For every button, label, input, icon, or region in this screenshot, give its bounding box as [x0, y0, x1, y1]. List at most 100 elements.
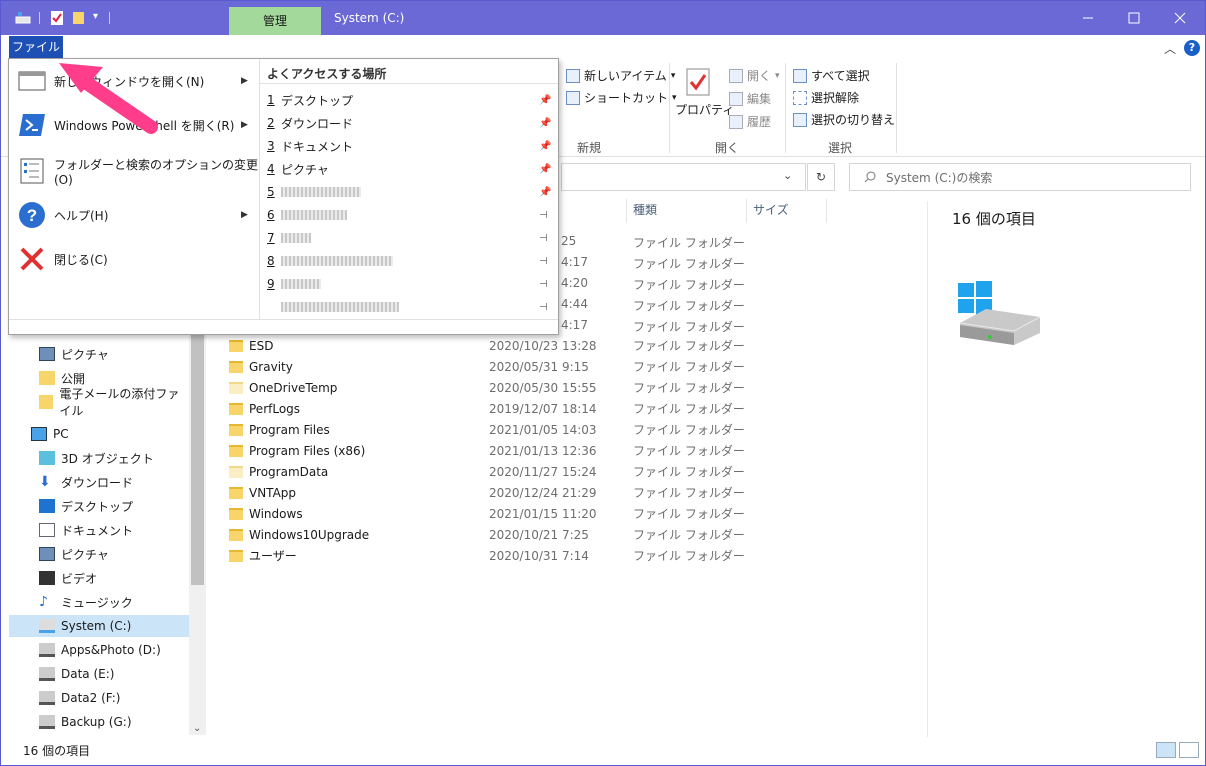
file-type: ファイル フォルダー: [633, 339, 745, 353]
search-input[interactable]: System (C:)の検索: [849, 163, 1191, 191]
nav-item-label: 公開: [61, 371, 86, 386]
unpinned-icon[interactable]: ⊣: [539, 233, 548, 244]
shortcut-button[interactable]: ショートカット ▾: [566, 89, 677, 106]
properties-check-icon[interactable]: [49, 10, 65, 26]
address-bar[interactable]: [561, 163, 806, 191]
details-pane-divider[interactable]: [927, 201, 928, 737]
recent-item[interactable]: 3 ドキュメント 📌: [267, 135, 557, 157]
nav-item-pictures[interactable]: ピクチャ: [39, 343, 109, 365]
properties-icon[interactable]: [685, 67, 711, 97]
pinned-icon[interactable]: 📌: [539, 118, 551, 129]
open-button[interactable]: 開く ▾: [729, 67, 780, 84]
file-row[interactable]: Program Files 2021/01/05 14:03 ファイル フォルダー: [229, 419, 829, 440]
menu-help[interactable]: ? ヘルプ(H) ▶: [9, 195, 259, 235]
customize-toolbar-icon[interactable]: ▾: [93, 11, 98, 22]
nav-item-videos[interactable]: ビデオ: [39, 567, 97, 589]
nav-item-apps-photo-d[interactable]: Apps&Photo (D:): [39, 639, 161, 661]
file-row[interactable]: ProgramData 2020/11/27 15:24 ファイル フォルダー: [229, 461, 829, 482]
title-separator: [39, 12, 40, 24]
refresh-button[interactable]: ↻: [807, 163, 835, 191]
nav-item-label: Data (E:): [61, 667, 115, 681]
drive-icon[interactable]: [15, 10, 31, 26]
file-name: Gravity: [249, 359, 293, 374]
chevron-up-icon[interactable]: ︿: [1164, 40, 1176, 57]
nav-item-data2-f[interactable]: Data2 (F:): [39, 687, 120, 709]
file-name: Windows: [249, 506, 303, 521]
nav-item-desktop[interactable]: デスクトップ: [39, 495, 133, 517]
unpinned-icon[interactable]: ⊣: [539, 256, 548, 267]
recent-item[interactable]: 6 ⊣: [267, 204, 557, 226]
folder-icon: [229, 549, 243, 562]
help-icon[interactable]: ?: [1184, 40, 1200, 56]
nav-item-pc[interactable]: PC: [31, 423, 69, 445]
nav-item-documents[interactable]: ドキュメント: [39, 519, 133, 541]
recent-item[interactable]: 2 ダウンロード 📌: [267, 112, 557, 134]
recent-item[interactable]: 5 📌: [267, 181, 557, 203]
details-view-button[interactable]: [1156, 742, 1176, 758]
shortcut-label: ショートカット: [584, 91, 669, 105]
search-placeholder: System (C:)の検索: [886, 170, 993, 185]
unpinned-icon[interactable]: ⊣: [539, 279, 548, 290]
pinned-icon[interactable]: 📌: [539, 187, 551, 198]
folder-icon: [229, 465, 243, 478]
select-none-button[interactable]: 選択解除: [793, 89, 859, 106]
nav-item-data-e[interactable]: Data (E:): [39, 663, 114, 685]
file-row[interactable]: ユーザー 2020/10/31 7:14 ファイル フォルダー: [229, 545, 829, 566]
windows-drive-icon: [958, 281, 1041, 345]
pinned-icon[interactable]: 📌: [539, 164, 551, 175]
minimize-button[interactable]: [1065, 1, 1111, 35]
file-row[interactable]: PerfLogs 2019/12/07 18:14 ファイル フォルダー: [229, 398, 829, 419]
pinned-icon[interactable]: 📌: [539, 141, 551, 152]
nav-item-label: ビデオ: [61, 571, 98, 586]
nav-item-backup-g[interactable]: Backup (G:): [39, 711, 132, 733]
tab-manage[interactable]: 管理: [229, 7, 321, 35]
submenu-arrow-icon: ▶: [241, 76, 248, 86]
nav-item-downloads[interactable]: ⬇ ダウンロード: [39, 471, 133, 493]
nav-item-music[interactable]: ♪ ミュージック: [39, 591, 133, 613]
menu-folder-options[interactable]: フォルダーと検索のオプションの変更(O): [9, 151, 259, 191]
maximize-button[interactable]: [1111, 1, 1157, 35]
edit-button[interactable]: 編集: [729, 90, 771, 107]
chevron-down-icon[interactable]: ⌄: [783, 169, 792, 182]
new-folder-icon[interactable]: [71, 10, 87, 26]
unpinned-icon[interactable]: ⊣: [539, 302, 548, 313]
invert-selection-button[interactable]: 選択の切り替え: [793, 111, 895, 128]
scroll-down-icon[interactable]: ⌄: [193, 723, 201, 734]
pinned-icon[interactable]: 📌: [539, 95, 551, 106]
nav-item-3d-objects[interactable]: 3D オブジェクト: [39, 447, 154, 469]
unpinned-icon[interactable]: ⊣: [539, 210, 548, 221]
file-row[interactable]: Program Files (x86) 2021/01/13 12:36 ファイル …: [229, 440, 829, 461]
document-icon: [39, 523, 55, 537]
column-header-type[interactable]: 種類: [633, 201, 657, 218]
file-row[interactable]: Windows10Upgrade 2020/10/21 7:25 ファイル フォルダ…: [229, 524, 829, 545]
file-row[interactable]: Windows 2021/01/15 11:20 ファイル フォルダー: [229, 503, 829, 524]
new-item-button[interactable]: 新しいアイテム ▾: [566, 67, 675, 84]
nav-scrollbar-thumb[interactable]: [191, 335, 204, 585]
file-row[interactable]: ESD 2020/10/23 13:28 ファイル フォルダー: [229, 335, 829, 356]
3d-objects-icon: [39, 451, 55, 465]
properties-button[interactable]: プロパティ: [675, 101, 734, 118]
redacted-label: [281, 256, 393, 266]
file-row[interactable]: OneDriveTemp 2020/05/30 15:55 ファイル フォルダー: [229, 377, 829, 398]
file-type: ファイル フォルダー: [633, 236, 745, 250]
recent-item[interactable]: 9 ⊣: [267, 273, 557, 295]
menu-close[interactable]: 閉じる(C): [9, 239, 259, 279]
recent-item[interactable]: 4 ピクチャ 📌: [267, 158, 557, 180]
recent-item[interactable]: 1 デスクトップ 📌: [267, 89, 557, 111]
recent-item[interactable]: 7 ⊣: [267, 227, 557, 249]
select-all-button[interactable]: すべて選択: [793, 67, 870, 84]
nav-item-system-c[interactable]: System (C:): [9, 615, 189, 637]
nav-item-email-attachments[interactable]: 電子メールの添付ファイル: [39, 387, 189, 418]
history-button[interactable]: 履歴: [729, 113, 771, 130]
file-row[interactable]: Gravity 2020/05/31 9:15 ファイル フォルダー: [229, 356, 829, 377]
large-icons-view-button[interactable]: [1179, 742, 1199, 758]
folder-icon: [229, 339, 243, 352]
recent-item[interactable]: 8 ⊣: [267, 250, 557, 272]
music-note-icon: ♪: [39, 594, 48, 610]
close-button[interactable]: [1157, 1, 1203, 35]
nav-item-pictures-2[interactable]: ピクチャ: [39, 543, 109, 565]
column-header-size[interactable]: サイズ: [753, 201, 789, 218]
file-row[interactable]: VNTApp 2020/12/24 21:29 ファイル フォルダー: [229, 482, 829, 503]
recent-label: デスクトップ: [281, 93, 354, 108]
recent-item[interactable]: ⊣: [267, 296, 557, 318]
